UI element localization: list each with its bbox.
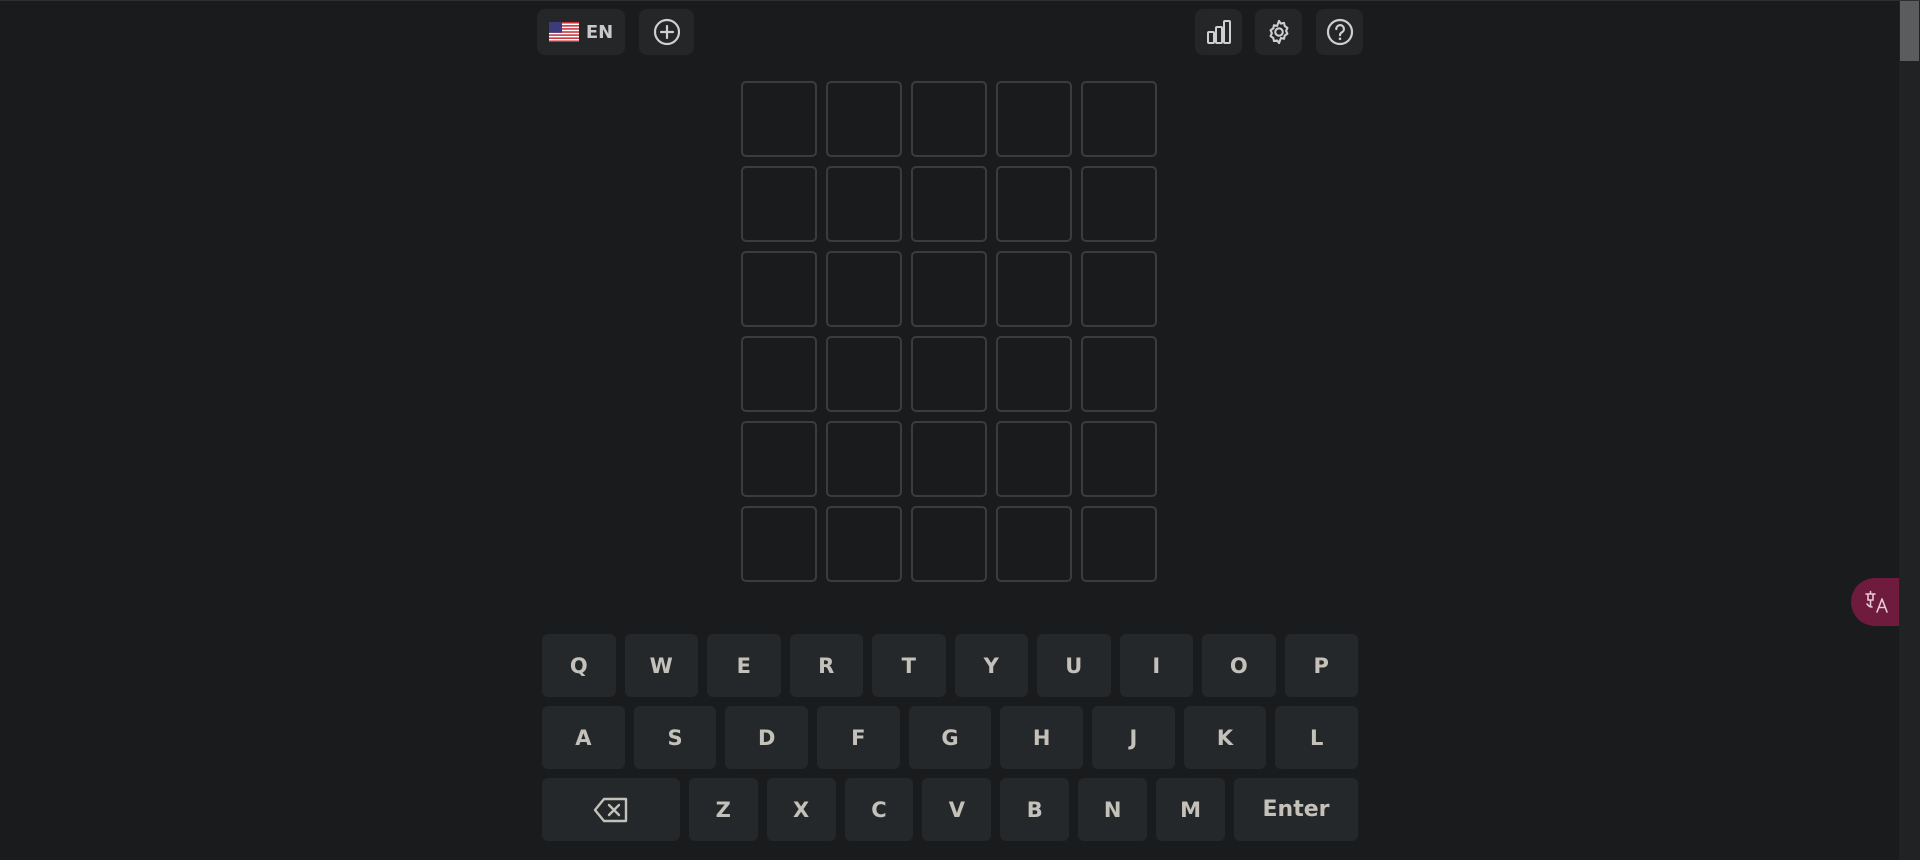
board-tile	[911, 166, 987, 242]
key-x[interactable]: X	[766, 778, 836, 841]
board-tile	[996, 251, 1072, 327]
key-m[interactable]: M	[1156, 778, 1226, 841]
key-h[interactable]: H	[1000, 706, 1084, 769]
board-tile	[911, 336, 987, 412]
board-tile	[911, 506, 987, 582]
question-circle-icon	[1326, 18, 1353, 46]
key-j[interactable]: J	[1092, 706, 1175, 769]
bar-chart-icon	[1206, 20, 1231, 44]
translate-icon	[1865, 590, 1888, 613]
enter-key[interactable]: Enter	[1234, 778, 1359, 841]
key-f[interactable]: F	[817, 706, 900, 769]
key-p[interactable]: P	[1284, 634, 1358, 697]
key-g[interactable]: G	[908, 706, 992, 769]
board-tile	[741, 336, 817, 412]
help-button[interactable]	[1316, 9, 1363, 55]
gear-icon	[1269, 19, 1288, 45]
board-tile	[826, 81, 902, 157]
board-tile	[996, 421, 1072, 497]
us-flag-icon	[548, 22, 579, 42]
key-r[interactable]: R	[789, 634, 863, 697]
board-tile	[911, 421, 987, 497]
key-u[interactable]: U	[1037, 634, 1111, 697]
board-tile	[741, 421, 817, 497]
board-tile	[741, 81, 817, 157]
key-v[interactable]: V	[922, 778, 992, 841]
plus-circle-icon	[653, 18, 680, 46]
language-button[interactable]: EN	[537, 9, 625, 55]
backspace-key[interactable]	[542, 778, 680, 841]
board-tile	[1081, 166, 1157, 242]
statistics-button[interactable]	[1195, 9, 1242, 55]
board-tile	[826, 421, 902, 497]
board-tile	[826, 506, 902, 582]
key-i[interactable]: I	[1119, 634, 1193, 697]
key-t[interactable]: T	[872, 634, 946, 697]
key-l[interactable]: L	[1275, 706, 1359, 769]
settings-button[interactable]	[1255, 9, 1302, 55]
keyboard-row-3: Z X C V B N M Enter	[542, 778, 1359, 841]
page-scrollbar[interactable]	[1899, 1, 1920, 860]
key-y[interactable]: Y	[954, 634, 1028, 697]
key-z[interactable]: Z	[688, 778, 758, 841]
key-q[interactable]: Q	[542, 634, 616, 697]
key-s[interactable]: S	[633, 706, 717, 769]
new-game-button[interactable]	[639, 9, 694, 55]
board-tile	[996, 81, 1072, 157]
board-tile	[826, 166, 902, 242]
board-tile	[911, 251, 987, 327]
key-k[interactable]: K	[1183, 706, 1267, 769]
board-tile	[996, 506, 1072, 582]
board-tile	[826, 336, 902, 412]
board-tile	[911, 81, 987, 157]
translate-widget[interactable]	[1851, 578, 1903, 626]
backspace-icon	[593, 797, 628, 822]
board-tile	[826, 251, 902, 327]
board-tile	[996, 336, 1072, 412]
board-tile	[741, 251, 817, 327]
keyboard-row-2: ASDFGHJKL	[542, 706, 1359, 769]
language-code: EN	[585, 21, 614, 43]
game-app: EN QWERTYUIOP ASDFGHJKL Z X C V B N M En…	[0, 0, 1920, 860]
board-tile	[741, 506, 817, 582]
board-tile	[1081, 251, 1157, 327]
key-e[interactable]: E	[707, 634, 781, 697]
key-w[interactable]: W	[624, 634, 698, 697]
board-tile	[1081, 421, 1157, 497]
board-tile	[741, 166, 817, 242]
on-screen-keyboard: QWERTYUIOP ASDFGHJKL Z X C V B N M Enter	[542, 634, 1359, 850]
board-tile	[1081, 81, 1157, 157]
key-n[interactable]: N	[1078, 778, 1148, 841]
key-d[interactable]: D	[725, 706, 809, 769]
scrollbar-thumb[interactable]	[1900, 1, 1919, 61]
board-tile	[996, 166, 1072, 242]
key-o[interactable]: O	[1202, 634, 1276, 697]
keyboard-row-1: QWERTYUIOP	[542, 634, 1358, 697]
board-tile	[1081, 506, 1157, 582]
key-a[interactable]: A	[542, 706, 625, 769]
board-tile	[1081, 336, 1157, 412]
key-b[interactable]: B	[1000, 778, 1070, 841]
key-c[interactable]: C	[844, 778, 914, 841]
game-board	[741, 81, 1157, 582]
